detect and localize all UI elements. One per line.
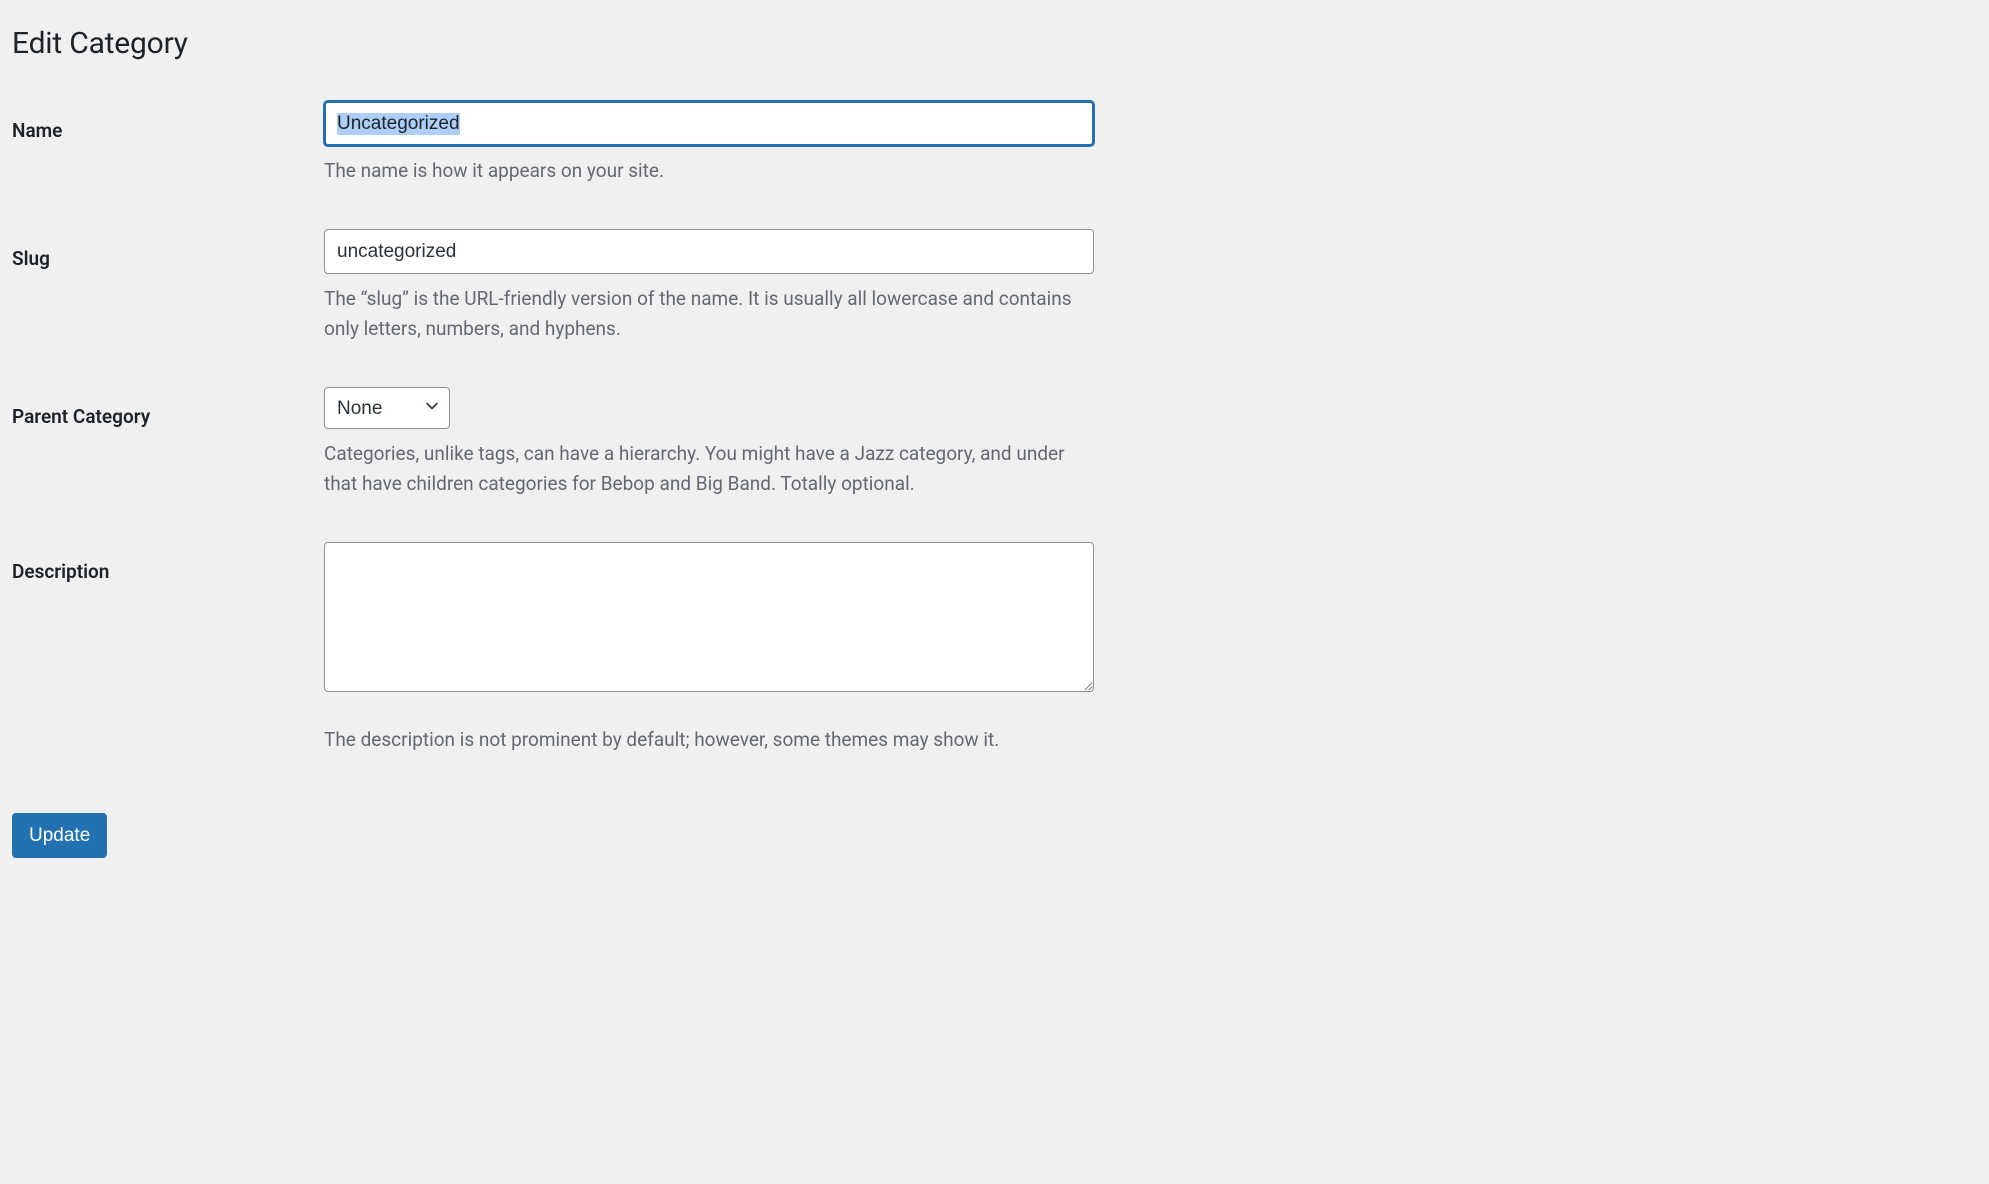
slug-help: The “slug” is the URL-friendly version o…: [324, 284, 1094, 343]
field-row-slug: Slug The “slug” is the URL-friendly vers…: [12, 229, 1977, 387]
parent-select-wrap: None: [324, 387, 450, 429]
slug-input[interactable]: [324, 229, 1094, 274]
edit-category-form: Edit Category Name The name is how it ap…: [12, 24, 1977, 858]
parent-select[interactable]: None: [324, 387, 450, 429]
description-help: The description is not prominent by defa…: [324, 725, 1094, 754]
update-button[interactable]: Update: [12, 813, 107, 858]
parent-help: Categories, unlike tags, can have a hier…: [324, 439, 1094, 498]
field-row-parent: Parent Category None Categories, unlike …: [12, 387, 1977, 542]
name-input[interactable]: [324, 101, 1094, 146]
field-row-description: Description The description is not promi…: [12, 542, 1977, 798]
name-help: The name is how it appears on your site.: [324, 156, 1094, 185]
field-row-name: Name The name is how it appears on your …: [12, 101, 1977, 229]
parent-label: Parent Category: [12, 405, 150, 428]
submit-row: Update: [12, 813, 1977, 858]
description-label: Description: [12, 560, 109, 583]
form-table: Name The name is how it appears on your …: [12, 101, 1977, 799]
slug-label: Slug: [12, 247, 50, 270]
description-textarea[interactable]: [324, 542, 1094, 692]
page-title: Edit Category: [12, 24, 1977, 63]
name-label: Name: [12, 119, 62, 142]
